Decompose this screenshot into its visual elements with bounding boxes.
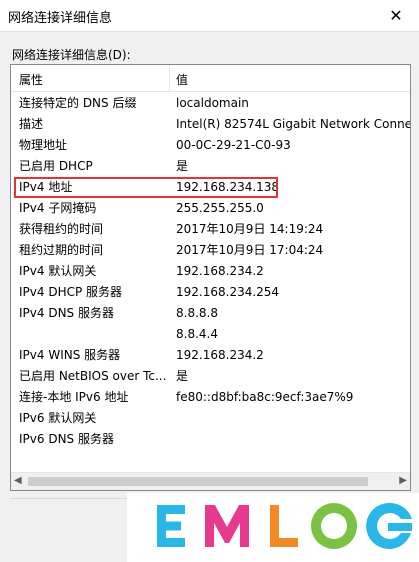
property-cell: 连接-本地 IPv6 地址 (19, 390, 129, 404)
value-cell: 8.8.8.8 (176, 306, 218, 320)
property-cell: 已启用 NetBIOS over Tc... (19, 369, 167, 383)
table-row[interactable]: 8.8.4.4 (11, 324, 410, 345)
table-row[interactable]: IPv4 子网掩码 255.255.255.0 (11, 198, 410, 219)
column-header-value[interactable]: 值 (176, 71, 188, 88)
value-cell: 192.168.234.2 (176, 348, 264, 362)
value-cell: 255.255.255.0 (176, 201, 264, 215)
table-row[interactable]: 连接特定的 DNS 后缀 localdomain (11, 93, 410, 114)
ipv4-highlight-box (14, 177, 278, 198)
value-cell: 2017年10月9日 17:04:24 (176, 243, 324, 257)
property-cell: IPv6 默认网关 (19, 411, 97, 425)
property-cell: 描述 (19, 117, 44, 131)
window-title: 网络连接详细信息 (8, 11, 113, 26)
value-cell: 是 (176, 159, 189, 173)
column-header-property[interactable]: 属性 (19, 71, 43, 88)
table-row[interactable]: 已启用 NetBIOS over Tc... 是 (11, 366, 410, 387)
property-cell: 连接特定的 DNS 后缀 (19, 96, 137, 110)
property-cell: IPv4 DHCP 服务器 (19, 285, 123, 299)
horizontal-scrollbar[interactable]: ◀ ▶ (11, 472, 410, 490)
property-cell: 租约过期的时间 (19, 243, 104, 257)
scroll-left-icon[interactable]: ◀ (14, 475, 22, 486)
watermark-logo (127, 493, 419, 562)
emlog-logo (157, 502, 412, 549)
details-label: 网络连接详细信息(D): (12, 48, 131, 62)
table-row[interactable]: 获得租约的时间 2017年10月9日 14:19:24 (11, 219, 410, 240)
table-row[interactable]: IPv4 DHCP 服务器 192.168.234.254 (11, 282, 410, 303)
property-cell: IPv4 默认网关 (19, 264, 97, 278)
table-row[interactable]: IPv6 DNS 服务器 (11, 429, 410, 450)
value-cell: 2017年10月9日 14:19:24 (176, 222, 324, 236)
column-separator[interactable] (169, 65, 170, 91)
property-cell: IPv4 WINS 服务器 (19, 348, 121, 362)
scroll-right-icon[interactable]: ▶ (399, 475, 407, 486)
list-rows: 连接特定的 DNS 后缀 localdomain 描述 Intel(R) 82574L… (11, 93, 410, 450)
property-cell: IPv4 子网掩码 (19, 201, 97, 215)
table-row[interactable]: IPv4 DNS 服务器 8.8.8.8 (11, 303, 410, 324)
value-cell: fe80::d8bf:ba8c:9ecf:3ae7%9 (176, 390, 354, 404)
table-row[interactable]: 连接-本地 IPv6 地址 fe80::d8bf:ba8c:9ecf:3ae7%9 (11, 387, 410, 408)
title-bar: 网络连接详细信息 ✕ (0, 0, 419, 32)
table-row[interactable]: IPv6 默认网关 (11, 408, 410, 429)
table-row[interactable]: 物理地址 00-0C-29-21-C0-93 (11, 135, 410, 156)
table-row[interactable]: 描述 Intel(R) 82574L Gigabit Network Connec (11, 114, 410, 135)
value-cell: Intel(R) 82574L Gigabit Network Connec (176, 117, 411, 131)
table-row[interactable]: IPv4 WINS 服务器 192.168.234.2 (11, 345, 410, 366)
table-row[interactable]: 租约过期的时间 2017年10月9日 17:04:24 (11, 240, 410, 261)
value-cell: localdomain (176, 96, 249, 110)
property-cell: 获得租约的时间 (19, 222, 104, 236)
details-list[interactable]: 属性 值 连接特定的 DNS 后缀 localdomain 描述 Intel(R) 8… (10, 64, 411, 491)
property-cell: 已启用 DHCP (19, 159, 93, 173)
scroll-thumb[interactable] (28, 477, 368, 486)
value-cell: 00-0C-29-21-C0-93 (176, 138, 291, 152)
property-cell: IPv4 DNS 服务器 (19, 306, 114, 320)
close-icon[interactable]: ✕ (373, 0, 419, 31)
table-row[interactable]: 已启用 DHCP 是 (11, 156, 410, 177)
value-cell: 192.168.234.254 (176, 285, 280, 299)
table-row[interactable]: IPv4 默认网关 192.168.234.2 (11, 261, 410, 282)
value-cell: 192.168.234.2 (176, 264, 264, 278)
value-cell: 8.8.4.4 (176, 327, 218, 341)
value-cell: 是 (176, 369, 189, 383)
list-header: 属性 值 (11, 65, 410, 92)
property-cell: IPv6 DNS 服务器 (19, 432, 114, 446)
property-cell: 物理地址 (19, 138, 68, 152)
